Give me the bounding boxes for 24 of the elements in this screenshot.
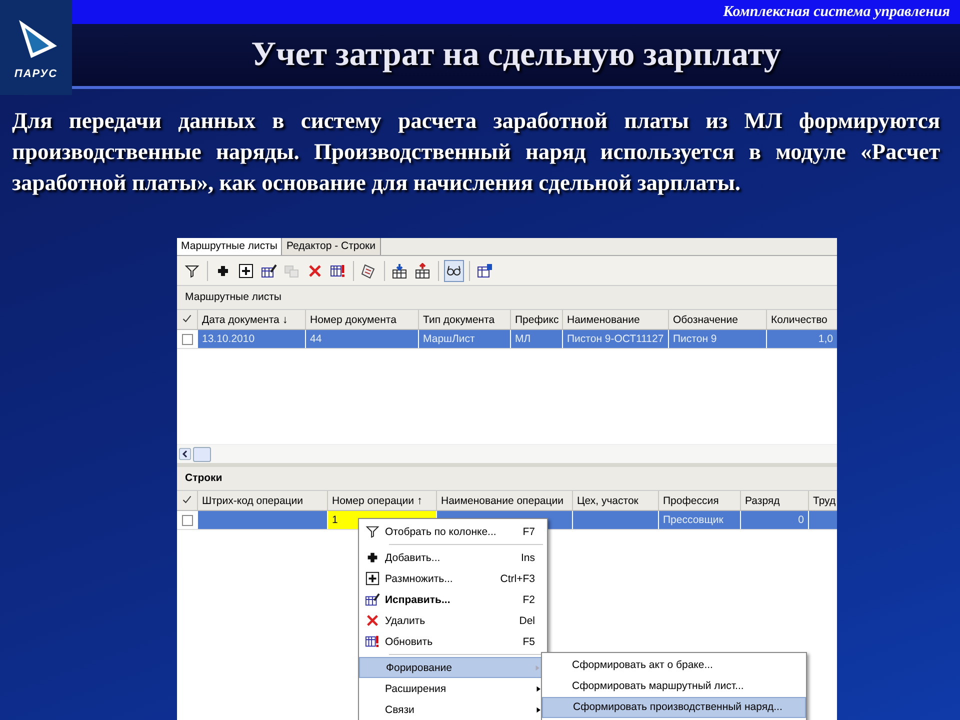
table-cell: Прессовщик bbox=[663, 514, 724, 526]
shortcut-label: Ctrl+F3 bbox=[500, 572, 535, 584]
intro-paragraph: Для передачи данных в систему расчета заработной платы из МЛ формируются производственные наряды. Производственный наряд используется в модуле «Расчет заработной платы», как основание для начисления сдельной зарплаты. bbox=[12, 107, 940, 197]
shortcut-label: F2 bbox=[522, 594, 535, 606]
logo-text: ПАРУС bbox=[14, 68, 58, 80]
sort-arrow: ↑ bbox=[417, 494, 423, 506]
table-cell: 44 bbox=[310, 333, 322, 345]
table-cell: 1,0 bbox=[818, 333, 833, 345]
shortcut-label: F7 bbox=[522, 526, 535, 538]
table-cell: 1 bbox=[332, 514, 338, 526]
table-cell: Пистон 9-ОСТ11127 bbox=[567, 333, 664, 345]
subtitle: Комплексная система управления bbox=[723, 4, 950, 20]
shortcut-label: Del bbox=[519, 614, 535, 626]
table-cell: 13.10.2010 bbox=[202, 333, 255, 345]
shortcut-label: Ins bbox=[520, 552, 535, 564]
table-cell: МаршЛист bbox=[423, 333, 475, 345]
table-cell: 0 bbox=[798, 514, 804, 526]
slide-title: Учет затрат на сдельную зарплату bbox=[251, 36, 781, 74]
sort-arrow: ↓ bbox=[282, 314, 288, 326]
panel-header: Строки bbox=[177, 467, 837, 491]
table-cell: МЛ bbox=[515, 333, 531, 345]
shortcut-label: F5 bbox=[522, 636, 535, 648]
panel-header: Маршрутные листы bbox=[177, 286, 837, 310]
table-cell: Пистон 9 bbox=[673, 333, 717, 345]
